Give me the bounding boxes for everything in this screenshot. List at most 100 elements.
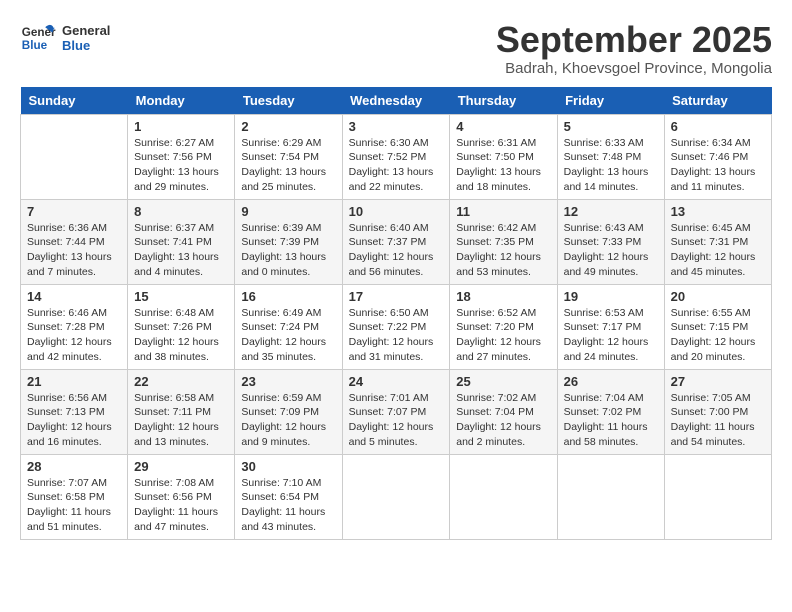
calendar-cell: 3 Sunrise: 6:30 AMSunset: 7:52 PMDaylight… (342, 114, 450, 199)
cell-info: Sunrise: 6:53 AMSunset: 7:17 PMDaylight:… (564, 306, 658, 365)
day-header-friday: Friday (557, 87, 664, 115)
cell-info: Sunrise: 7:07 AMSunset: 6:58 PMDaylight:… (27, 476, 121, 535)
week-row-1: 1 Sunrise: 6:27 AMSunset: 7:56 PMDaylight… (21, 114, 772, 199)
date-number: 20 (671, 289, 765, 304)
date-number: 29 (134, 459, 228, 474)
logo-icon: General Blue (20, 20, 56, 56)
calendar-cell: 17 Sunrise: 6:50 AMSunset: 7:22 PMDayligh… (342, 284, 450, 369)
day-header-tuesday: Tuesday (235, 87, 342, 115)
calendar-cell (342, 454, 450, 539)
cell-info: Sunrise: 6:39 AMSunset: 7:39 PMDaylight:… (241, 221, 335, 280)
cell-info: Sunrise: 6:52 AMSunset: 7:20 PMDaylight:… (456, 306, 550, 365)
calendar-cell (557, 454, 664, 539)
week-row-5: 28 Sunrise: 7:07 AMSunset: 6:58 PMDayligh… (21, 454, 772, 539)
location-subtitle: Badrah, Khoevsgoel Province, Mongolia (496, 60, 772, 77)
date-number: 14 (27, 289, 121, 304)
cell-info: Sunrise: 6:42 AMSunset: 7:35 PMDaylight:… (456, 221, 550, 280)
cell-info: Sunrise: 6:30 AMSunset: 7:52 PMDaylight:… (349, 136, 444, 195)
calendar-cell: 18 Sunrise: 6:52 AMSunset: 7:20 PMDayligh… (450, 284, 557, 369)
calendar-cell: 13Sunrise: 6:45 AMSunset: 7:31 PMDayligh… (664, 199, 771, 284)
calendar-cell: 2 Sunrise: 6:29 AMSunset: 7:54 PMDaylight… (235, 114, 342, 199)
date-number: 1 (134, 119, 228, 134)
cell-info: Sunrise: 6:56 AMSunset: 7:13 PMDaylight:… (27, 391, 121, 450)
date-number: 7 (27, 204, 121, 219)
date-number: 23 (241, 374, 335, 389)
logo-general: General (62, 23, 110, 38)
title-section: September 2025 Badrah, Khoevsgoel Provin… (496, 20, 772, 77)
calendar-cell (21, 114, 128, 199)
calendar-cell: 28 Sunrise: 7:07 AMSunset: 6:58 PMDayligh… (21, 454, 128, 539)
date-number: 26 (564, 374, 658, 389)
cell-info: Sunrise: 6:37 AMSunset: 7:41 PMDaylight:… (134, 221, 228, 280)
calendar-table: SundayMondayTuesdayWednesdayThursdayFrid… (20, 87, 772, 540)
date-number: 24 (349, 374, 444, 389)
date-number: 6 (671, 119, 765, 134)
cell-info: Sunrise: 6:33 AMSunset: 7:48 PMDaylight:… (564, 136, 658, 195)
calendar-cell: 16Sunrise: 6:49 AMSunset: 7:24 PMDayligh… (235, 284, 342, 369)
date-number: 28 (27, 459, 121, 474)
calendar-cell: 14 Sunrise: 6:46 AMSunset: 7:28 PMDayligh… (21, 284, 128, 369)
calendar-cell: 20Sunrise: 6:55 AMSunset: 7:15 PMDayligh… (664, 284, 771, 369)
calendar-cell (450, 454, 557, 539)
cell-info: Sunrise: 6:27 AMSunset: 7:56 PMDaylight:… (134, 136, 228, 195)
week-row-3: 14 Sunrise: 6:46 AMSunset: 7:28 PMDayligh… (21, 284, 772, 369)
date-number: 8 (134, 204, 228, 219)
date-number: 17 (349, 289, 444, 304)
cell-info: Sunrise: 7:01 AMSunset: 7:07 PMDaylight:… (349, 391, 444, 450)
cell-info: Sunrise: 6:48 AMSunset: 7:26 PMDaylight:… (134, 306, 228, 365)
date-number: 22 (134, 374, 228, 389)
header-row: SundayMondayTuesdayWednesdayThursdayFrid… (21, 87, 772, 115)
cell-info: Sunrise: 6:29 AMSunset: 7:54 PMDaylight:… (241, 136, 335, 195)
date-number: 18 (456, 289, 550, 304)
cell-info: Sunrise: 7:08 AMSunset: 6:56 PMDaylight:… (134, 476, 228, 535)
cell-info: Sunrise: 6:50 AMSunset: 7:22 PMDaylight:… (349, 306, 444, 365)
date-number: 3 (349, 119, 444, 134)
date-number: 5 (564, 119, 658, 134)
date-number: 21 (27, 374, 121, 389)
calendar-cell: 19 Sunrise: 6:53 AMSunset: 7:17 PMDayligh… (557, 284, 664, 369)
date-number: 25 (456, 374, 550, 389)
cell-info: Sunrise: 6:36 AMSunset: 7:44 PMDaylight:… (27, 221, 121, 280)
date-number: 30 (241, 459, 335, 474)
calendar-cell: 1 Sunrise: 6:27 AMSunset: 7:56 PMDaylight… (128, 114, 235, 199)
cell-info: Sunrise: 6:49 AMSunset: 7:24 PMDaylight:… (241, 306, 335, 365)
month-title: September 2025 (496, 20, 772, 60)
calendar-cell: 25Sunrise: 7:02 AMSunset: 7:04 PMDayligh… (450, 369, 557, 454)
cell-info: Sunrise: 7:04 AMSunset: 7:02 PMDaylight:… (564, 391, 658, 450)
cell-info: Sunrise: 6:59 AMSunset: 7:09 PMDaylight:… (241, 391, 335, 450)
calendar-cell: 22Sunrise: 6:58 AMSunset: 7:11 PMDayligh… (128, 369, 235, 454)
cell-info: Sunrise: 7:10 AMSunset: 6:54 PMDaylight:… (241, 476, 335, 535)
date-number: 12 (564, 204, 658, 219)
day-header-thursday: Thursday (450, 87, 557, 115)
week-row-4: 21 Sunrise: 6:56 AMSunset: 7:13 PMDayligh… (21, 369, 772, 454)
day-header-sunday: Sunday (21, 87, 128, 115)
calendar-cell: 6 Sunrise: 6:34 AMSunset: 7:46 PMDaylight… (664, 114, 771, 199)
logo: General Blue General Blue (20, 20, 110, 56)
cell-info: Sunrise: 6:34 AMSunset: 7:46 PMDaylight:… (671, 136, 765, 195)
calendar-cell: 7 Sunrise: 6:36 AMSunset: 7:44 PMDaylight… (21, 199, 128, 284)
date-number: 27 (671, 374, 765, 389)
date-number: 4 (456, 119, 550, 134)
day-header-wednesday: Wednesday (342, 87, 450, 115)
day-header-saturday: Saturday (664, 87, 771, 115)
calendar-cell: 29 Sunrise: 7:08 AMSunset: 6:56 PMDayligh… (128, 454, 235, 539)
calendar-cell: 12 Sunrise: 6:43 AMSunset: 7:33 PMDayligh… (557, 199, 664, 284)
svg-text:Blue: Blue (22, 39, 48, 52)
calendar-cell: 11 Sunrise: 6:42 AMSunset: 7:35 PMDayligh… (450, 199, 557, 284)
date-number: 11 (456, 204, 550, 219)
calendar-cell: 26 Sunrise: 7:04 AMSunset: 7:02 PMDayligh… (557, 369, 664, 454)
calendar-cell: 8 Sunrise: 6:37 AMSunset: 7:41 PMDaylight… (128, 199, 235, 284)
cell-info: Sunrise: 6:43 AMSunset: 7:33 PMDaylight:… (564, 221, 658, 280)
calendar-cell: 24 Sunrise: 7:01 AMSunset: 7:07 PMDayligh… (342, 369, 450, 454)
calendar-cell: 30 Sunrise: 7:10 AMSunset: 6:54 PMDayligh… (235, 454, 342, 539)
cell-info: Sunrise: 6:45 AMSunset: 7:31 PMDaylight:… (671, 221, 765, 280)
week-row-2: 7 Sunrise: 6:36 AMSunset: 7:44 PMDaylight… (21, 199, 772, 284)
cell-info: Sunrise: 6:46 AMSunset: 7:28 PMDaylight:… (27, 306, 121, 365)
calendar-cell: 23 Sunrise: 6:59 AMSunset: 7:09 PMDayligh… (235, 369, 342, 454)
calendar-cell: 9Sunrise: 6:39 AMSunset: 7:39 PMDaylight… (235, 199, 342, 284)
calendar-cell: 10Sunrise: 6:40 AMSunset: 7:37 PMDayligh… (342, 199, 450, 284)
date-number: 2 (241, 119, 335, 134)
date-number: 19 (564, 289, 658, 304)
cell-info: Sunrise: 7:05 AMSunset: 7:00 PMDaylight:… (671, 391, 765, 450)
page-header: General Blue General Blue September 2025… (20, 20, 772, 77)
